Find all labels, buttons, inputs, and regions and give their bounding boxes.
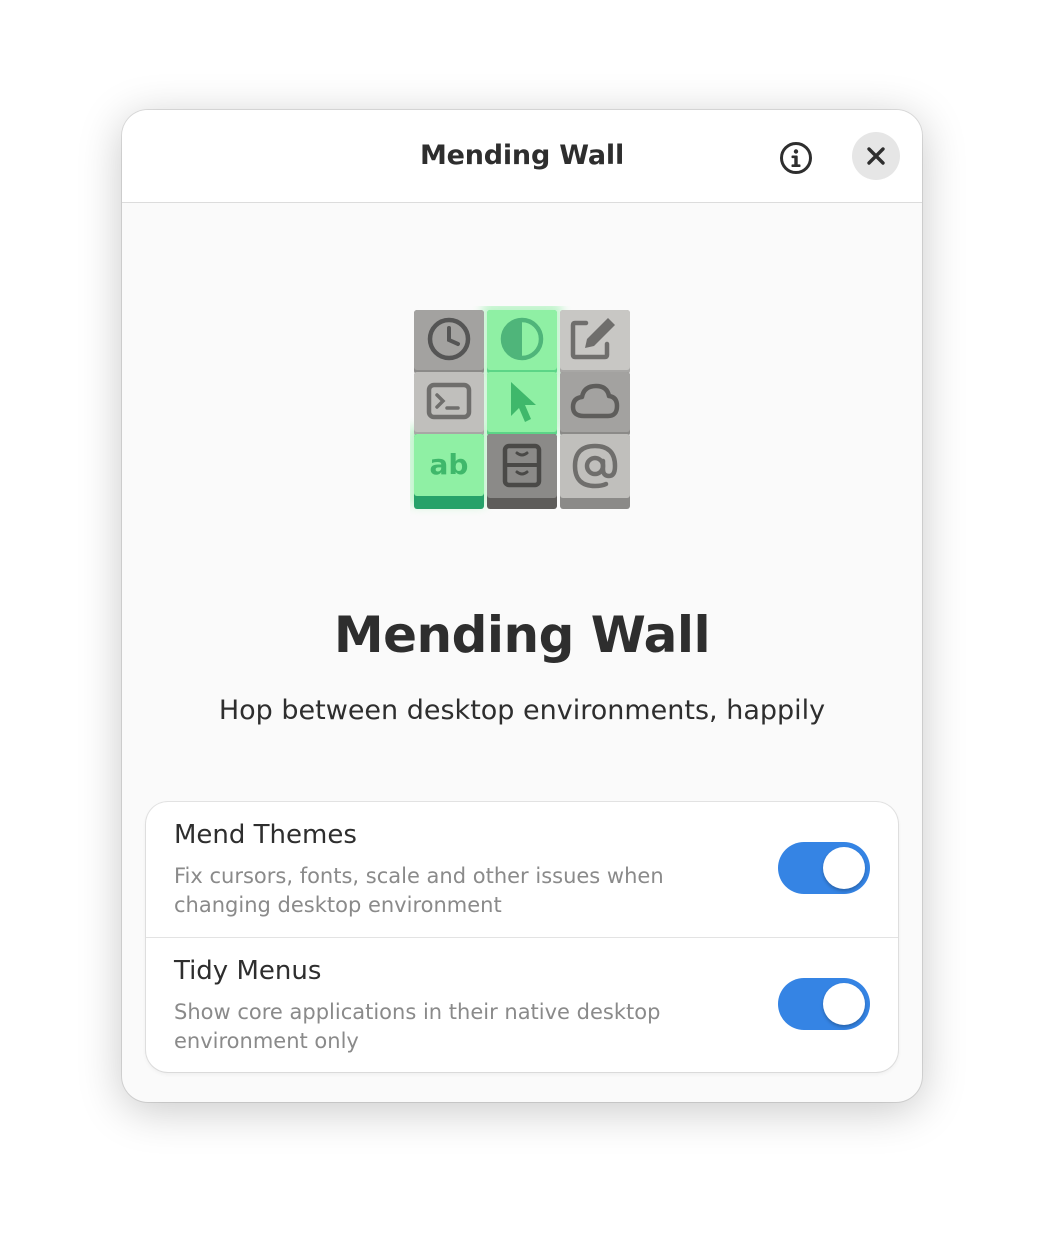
cloud-tile: [560, 372, 630, 436]
mending-wall-app-icon: ab: [410, 306, 630, 509]
terminal-tile: [414, 372, 484, 436]
app-window: Mending Wall ab Mending Wall Hop between…: [122, 110, 922, 1102]
pref-title: Mend Themes: [174, 820, 357, 850]
svg-text:ab: ab: [430, 448, 469, 481]
about-button[interactable]: [778, 140, 814, 176]
pref-title: Tidy Menus: [174, 956, 322, 986]
contrast-tile: [487, 310, 557, 374]
files-tile: [487, 434, 557, 509]
cursor-tile: [487, 372, 557, 436]
switch-knob: [823, 847, 865, 889]
pref-subtitle: Fix cursors, fonts, scale and other issu…: [174, 864, 664, 917]
tidy-menus-switch[interactable]: [778, 978, 870, 1030]
app-tagline: Hop between desktop environments, happil…: [218, 695, 826, 726]
switch-knob: [823, 983, 865, 1025]
clock-tile: [414, 310, 484, 374]
close-button[interactable]: [852, 132, 900, 180]
close-icon: [867, 147, 885, 165]
pref-row-tidy-menus[interactable]: Tidy Menus Show core applications in the…: [146, 937, 898, 1072]
pref-row-mend-themes[interactable]: Mend Themes Fix cursors, fonts, scale an…: [146, 802, 898, 937]
pref-subtitle: Show core applications in their native d…: [174, 1000, 661, 1053]
edit-tile: [560, 310, 630, 374]
headerbar: Mending Wall: [122, 110, 922, 203]
preferences-list: Mend Themes Fix cursors, fonts, scale an…: [146, 802, 898, 1072]
mend-themes-switch[interactable]: [778, 842, 870, 894]
text-tile: ab: [414, 434, 484, 509]
info-icon: [780, 142, 812, 174]
app-name: Mending Wall: [333, 606, 711, 664]
email-tile: [560, 434, 630, 509]
